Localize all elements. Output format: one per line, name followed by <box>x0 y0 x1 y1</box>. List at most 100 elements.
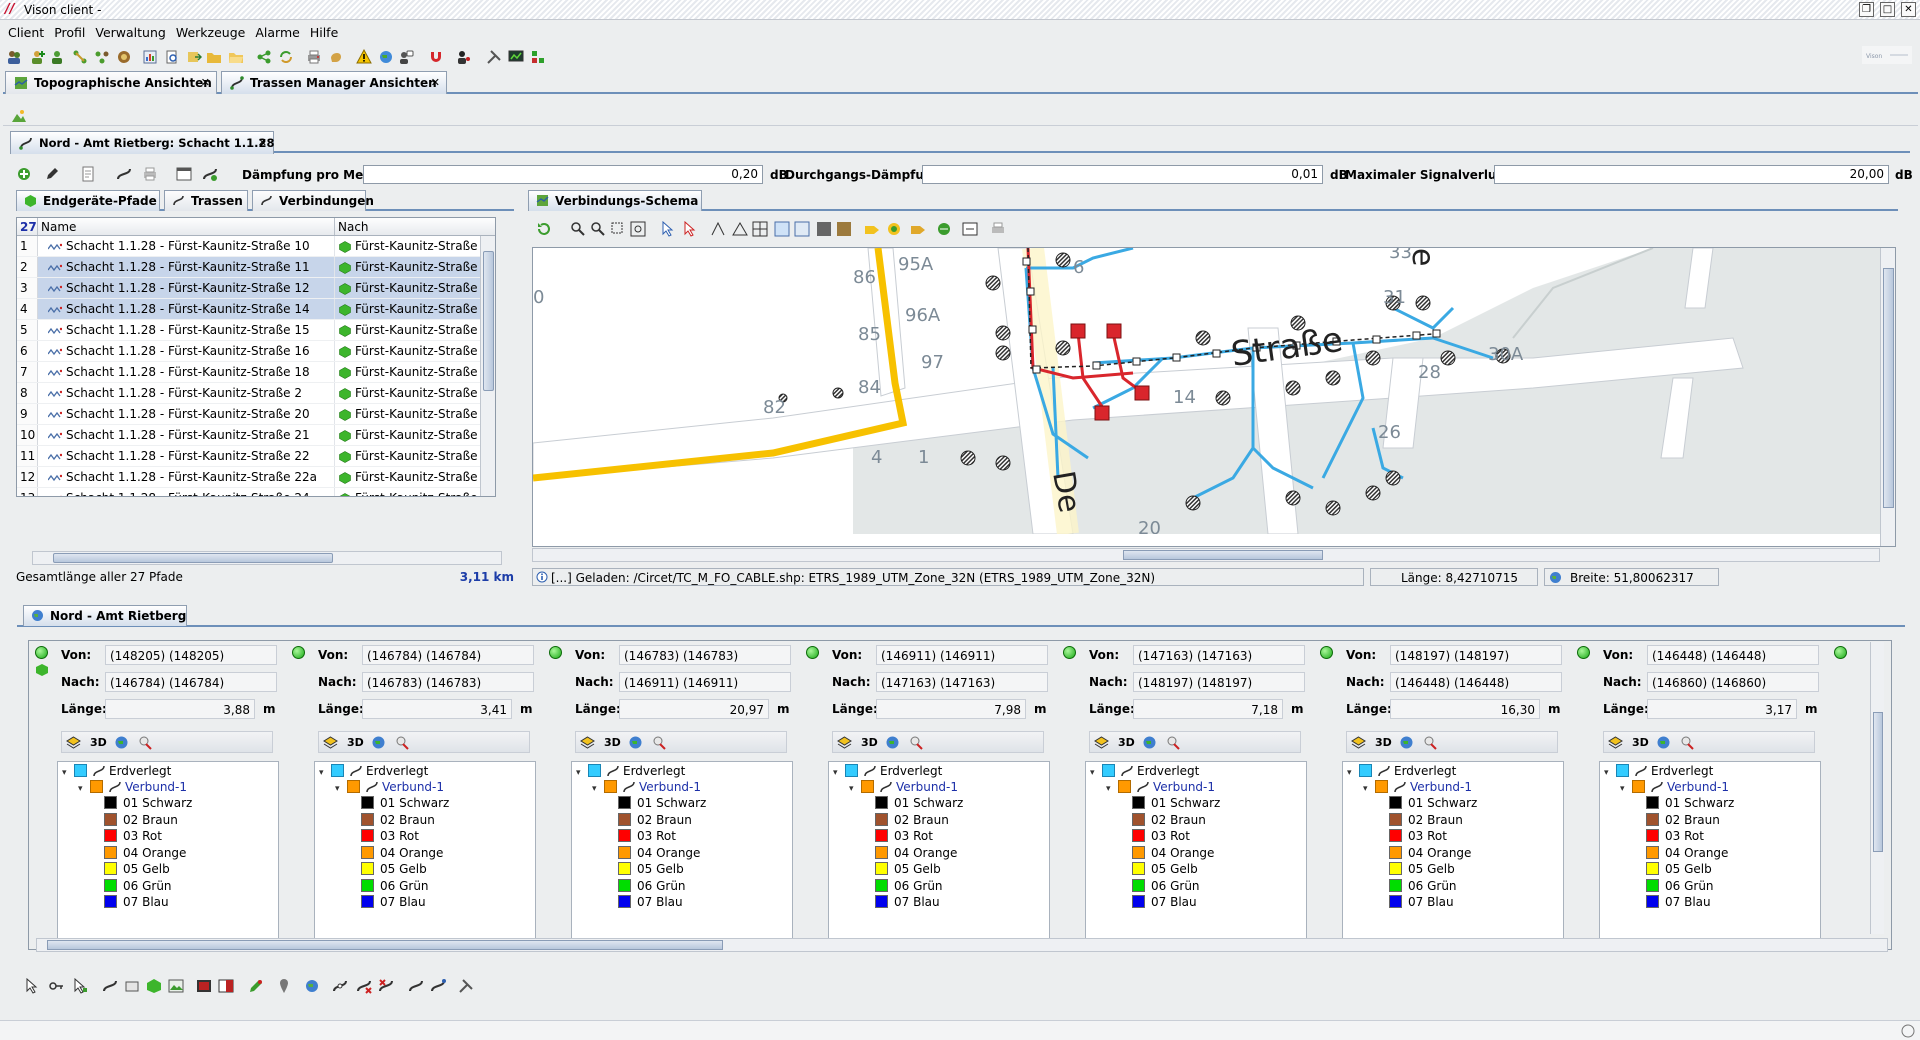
collapse-toggle-icon[interactable]: ▾ <box>592 784 600 794</box>
layers-icon[interactable] <box>1608 735 1623 750</box>
tree-node-fiber[interactable]: 07 Blau <box>1132 895 1197 913</box>
tree-node-fiber[interactable]: 02 Braun <box>1389 812 1463 831</box>
layers-icon[interactable] <box>580 735 595 750</box>
tree-node-fiber[interactable]: 02 Braun <box>1646 812 1720 831</box>
column-header-nach[interactable]: Nach <box>335 218 495 235</box>
grid-icon[interactable] <box>752 221 768 237</box>
zoom-box-icon[interactable] <box>610 221 626 237</box>
view-3d-button[interactable]: 3D <box>1375 736 1392 749</box>
tree-node-fiber[interactable]: 06 Grün <box>875 878 943 897</box>
table-row[interactable]: 9 Schacht 1.1.28 - Fürst-Kaunitz-Straße 2… <box>17 404 495 425</box>
column-header-name[interactable]: Name <box>38 218 335 235</box>
table-row[interactable]: 1 Schacht 1.1.28 - Fürst-Kaunitz-Straße 1… <box>17 236 495 257</box>
tree-node-fiber[interactable]: 07 Blau <box>104 895 169 913</box>
satellite-icon[interactable] <box>836 221 852 237</box>
share-icon[interactable] <box>256 49 272 65</box>
tree-node-fiber[interactable]: 05 Gelb <box>361 862 427 880</box>
map-canvas[interactable]: 95A 86 96A 85 97 84 82 4 1 0 33 31 30A 2… <box>533 248 1881 539</box>
route-icon[interactable] <box>102 978 118 994</box>
refresh-icon[interactable] <box>536 221 552 237</box>
scroll-thumb[interactable] <box>53 553 333 563</box>
select-multi-icon[interactable] <box>682 221 698 237</box>
globe-icon[interactable] <box>304 978 320 994</box>
table-row[interactable]: 12 Schacht 1.1.28 - Fürst-Kaunitz-Straße … <box>17 467 495 488</box>
warning-icon[interactable] <box>356 49 372 65</box>
user-key-icon[interactable] <box>456 49 472 65</box>
layers-icon[interactable] <box>837 735 852 750</box>
tab-schacht[interactable]: Nord - Amt Rietberg: Schacht 1.1.28 ✕ <box>10 131 275 154</box>
print-icon[interactable] <box>990 221 1006 237</box>
report-icon[interactable] <box>142 49 158 65</box>
tree-node-fiber[interactable]: 07 Blau <box>618 895 683 913</box>
select-icon[interactable] <box>660 221 676 237</box>
layers-icon[interactable] <box>66 735 81 750</box>
tree-node-fiber[interactable]: 03 Rot <box>361 829 419 847</box>
overview-icon[interactable] <box>794 221 810 237</box>
route-delete-icon[interactable] <box>356 978 372 994</box>
network-group-icon[interactable] <box>94 49 110 65</box>
attach-icon[interactable] <box>1166 735 1181 750</box>
tree-node-fiber[interactable]: 07 Blau <box>1646 895 1711 913</box>
route-join-icon[interactable] <box>408 978 424 994</box>
network-globe-icon[interactable] <box>114 735 129 750</box>
tree-node-fiber[interactable]: 07 Blau <box>361 895 426 913</box>
daempfung-input[interactable]: 0,20 <box>363 165 763 184</box>
tree-node-fiber[interactable]: 07 Blau <box>875 895 940 913</box>
user-add-icon[interactable] <box>30 49 46 65</box>
folder-icon[interactable] <box>206 49 222 65</box>
tree-node-fiber[interactable]: 05 Gelb <box>1132 862 1198 880</box>
print-icon[interactable] <box>142 166 158 182</box>
tree-node-fiber[interactable]: 04 Orange <box>104 845 186 864</box>
tree-node-fiber[interactable]: 02 Braun <box>104 812 178 831</box>
tree-node-fiber[interactable]: 03 Rot <box>1389 829 1447 847</box>
network-globe-icon[interactable] <box>885 735 900 750</box>
scroll-thumb[interactable] <box>1123 550 1323 560</box>
tree-node-fiber[interactable]: 04 Orange <box>1132 845 1214 864</box>
view-3d-button[interactable]: 3D <box>604 736 621 749</box>
segments-horizontal-scrollbar[interactable] <box>36 938 1888 952</box>
map-view[interactable]: 95A 86 96A 85 97 84 82 4 1 0 33 31 30A 2… <box>532 247 1896 547</box>
tree-node-fiber[interactable]: 05 Gelb <box>875 862 941 880</box>
add-path-icon[interactable] <box>16 166 32 182</box>
menu-hilfe[interactable]: Hilfe <box>306 22 342 44</box>
collapse-toggle-icon[interactable]: ▾ <box>335 784 343 794</box>
collapse-toggle-icon[interactable]: ▾ <box>1106 784 1114 794</box>
tab-nord-amt-rietberg[interactable]: Nord - Amt Rietberg <box>23 605 187 626</box>
tree-node-fiber[interactable]: 05 Gelb <box>1389 862 1455 880</box>
tree-node-fiber[interactable]: 06 Grün <box>618 878 686 897</box>
cube-icon[interactable] <box>146 978 162 994</box>
attach-icon[interactable] <box>652 735 667 750</box>
tree-node-fiber[interactable]: 03 Rot <box>104 829 162 847</box>
max-signal-input[interactable]: 20,00 <box>1494 165 1889 184</box>
attach-icon[interactable] <box>1680 735 1695 750</box>
attach-icon[interactable] <box>1423 735 1438 750</box>
tree-node-fiber[interactable]: 06 Grün <box>104 878 172 897</box>
collapse-toggle-icon[interactable]: ▾ <box>1604 768 1612 778</box>
magnet-icon[interactable] <box>428 49 444 65</box>
globe-icon[interactable] <box>378 49 394 65</box>
image-icon[interactable] <box>168 978 184 994</box>
view-3d-button[interactable]: 3D <box>1632 736 1649 749</box>
route-split-icon[interactable] <box>332 978 348 994</box>
segments-vertical-scrollbar[interactable] <box>1870 642 1884 934</box>
view-3d-button[interactable]: 3D <box>347 736 364 749</box>
tree-node-fiber[interactable]: 04 Orange <box>361 845 443 864</box>
tree-node-fiber[interactable]: 02 Braun <box>1132 812 1206 831</box>
export-icon[interactable] <box>962 221 978 237</box>
document-search-icon[interactable] <box>164 49 180 65</box>
menu-verwaltung[interactable]: Verwaltung <box>91 22 169 44</box>
collapse-toggle-icon[interactable]: ▾ <box>1347 768 1355 778</box>
map-horizontal-scrollbar[interactable] <box>532 548 1880 562</box>
close-icon[interactable]: ✕ <box>431 76 440 89</box>
tab-trassen[interactable]: Trassen <box>164 190 248 211</box>
pin-icon[interactable] <box>276 978 292 994</box>
attach-icon[interactable] <box>395 735 410 750</box>
nodes-icon[interactable] <box>530 49 546 65</box>
table-row[interactable]: 10 Schacht 1.1.28 - Fürst-Kaunitz-Straße … <box>17 425 495 446</box>
folder-open-icon[interactable] <box>228 49 244 65</box>
table-row[interactable]: 11 Schacht 1.1.28 - Fürst-Kaunitz-Straße … <box>17 446 495 467</box>
tab-endgeraete-pfade[interactable]: Endgeräte-Pfade <box>16 190 160 211</box>
network-globe-icon[interactable] <box>371 735 386 750</box>
tree-node-fiber[interactable]: 01 Schwarz <box>361 796 449 814</box>
menu-werkzeuge[interactable]: Werkzeuge <box>172 22 250 44</box>
